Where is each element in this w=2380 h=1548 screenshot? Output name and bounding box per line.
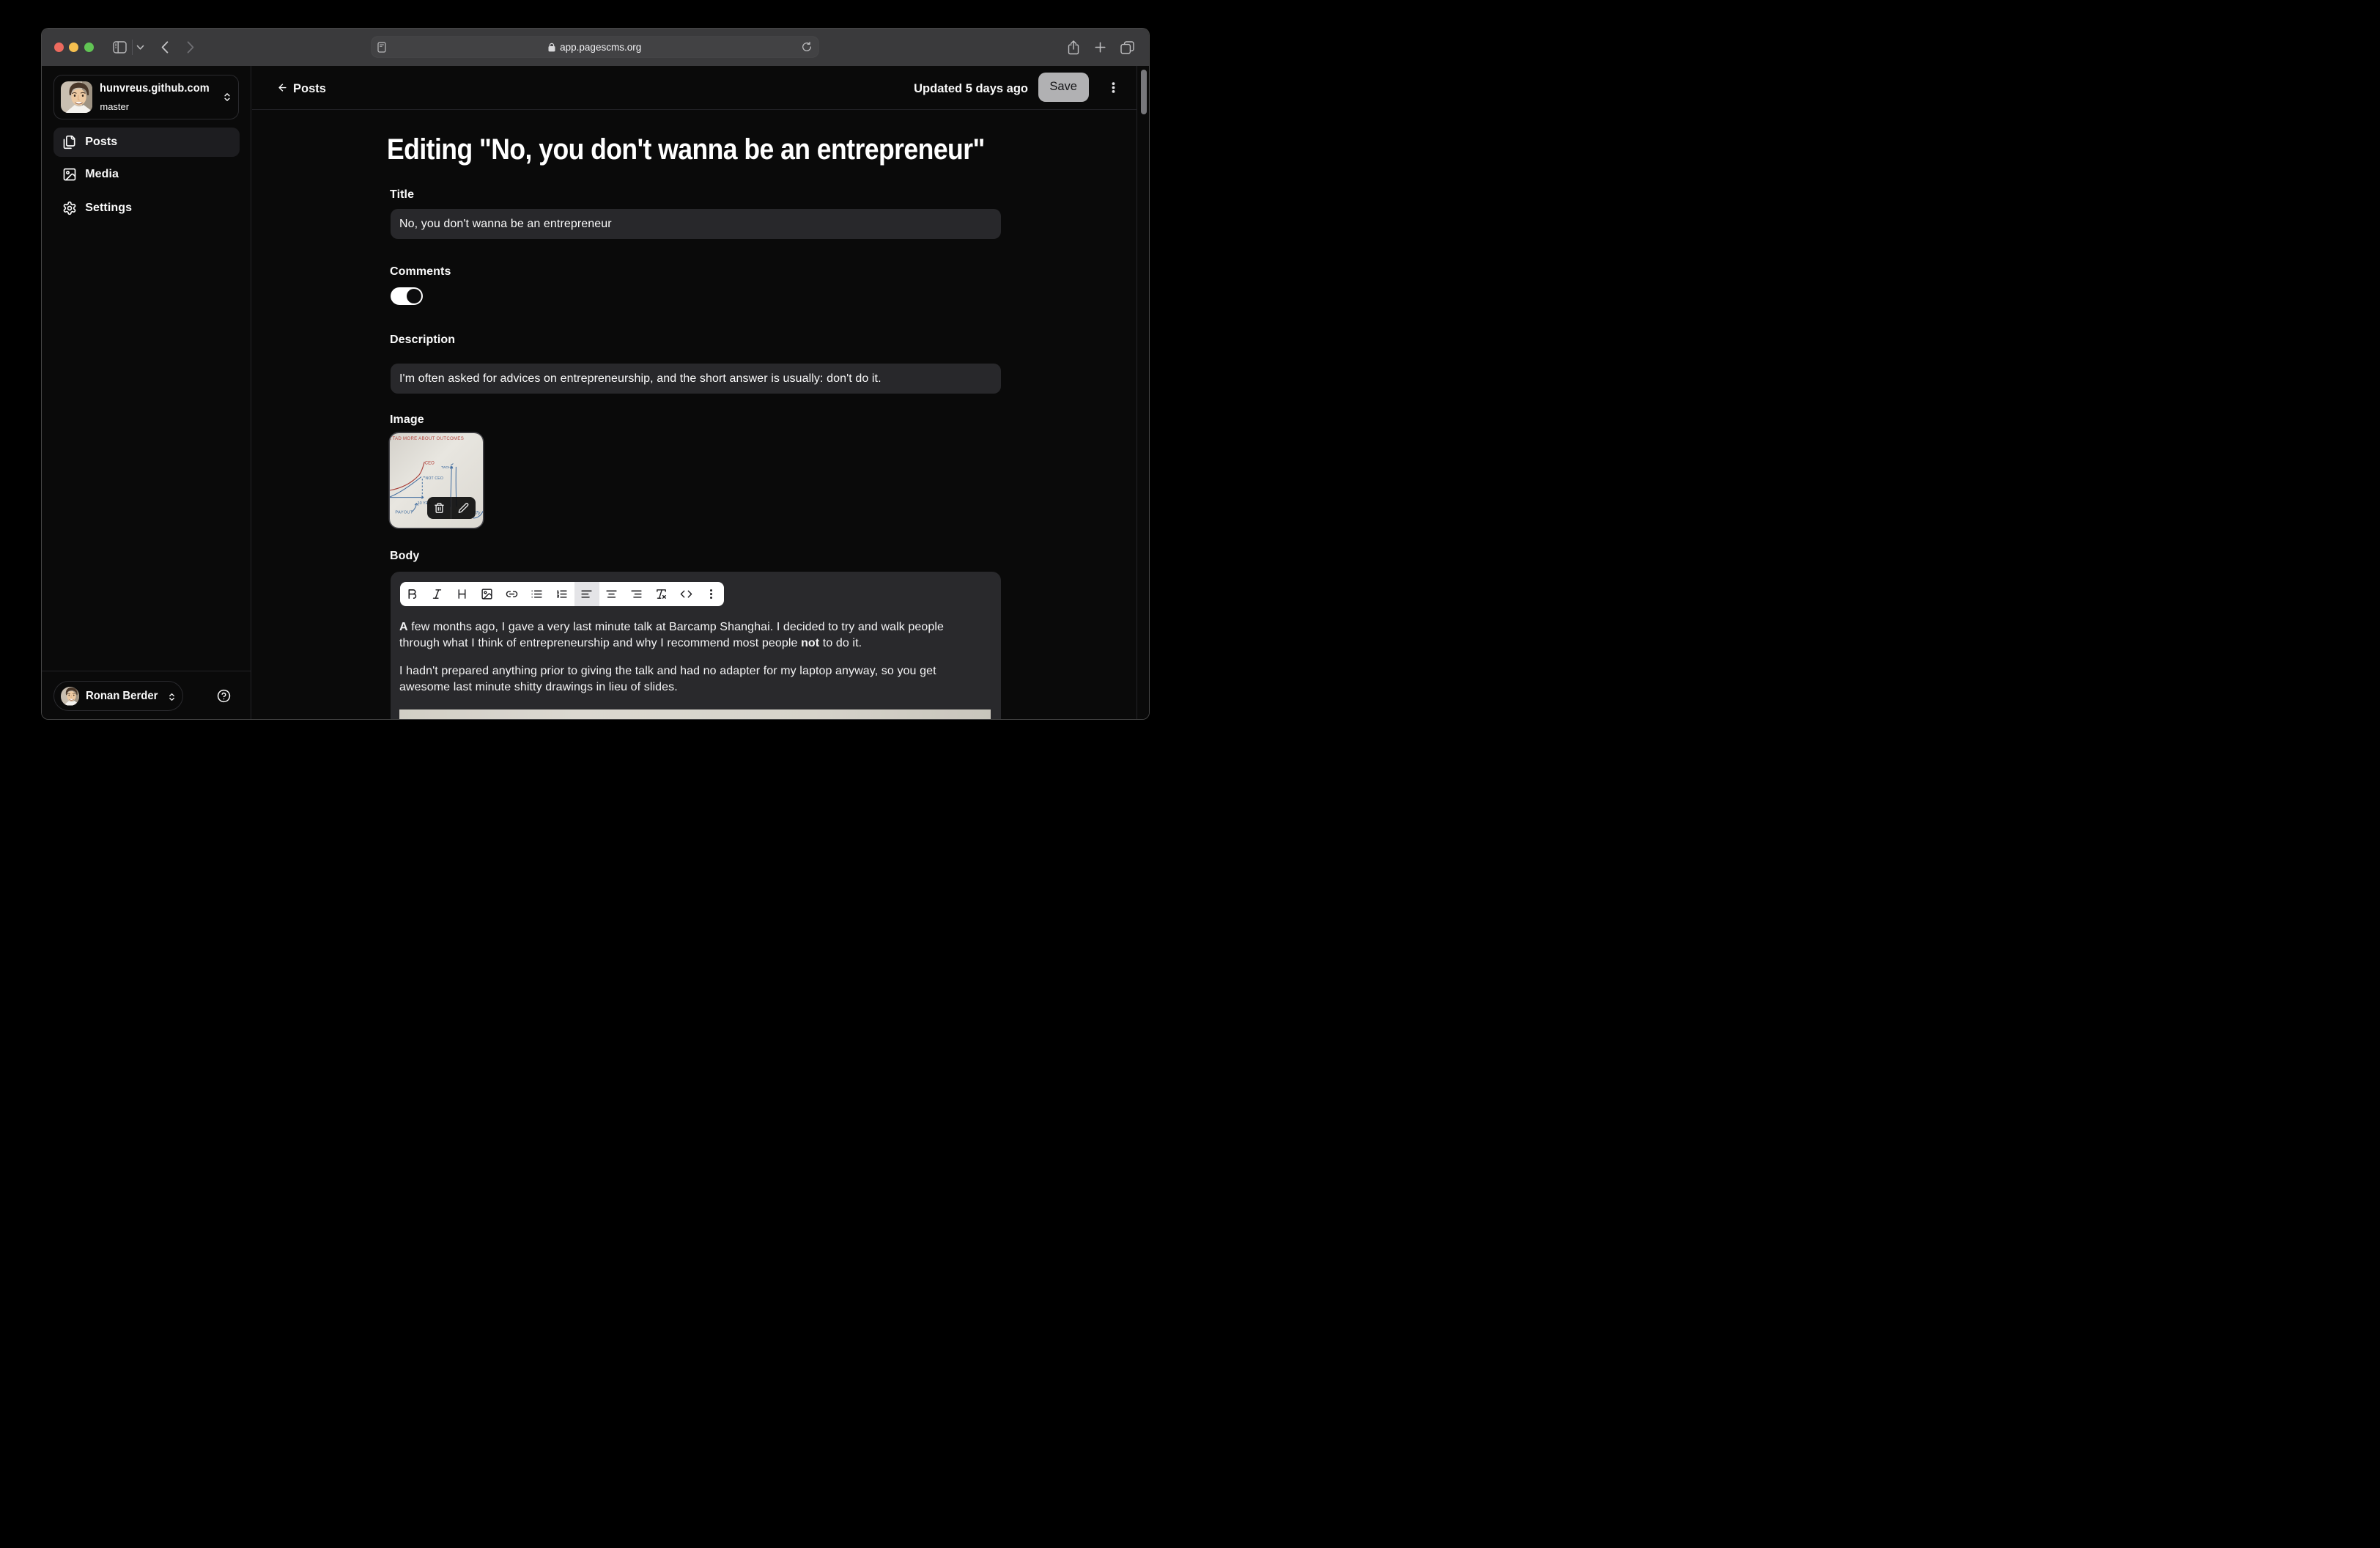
svg-text:NOT CEO: NOT CEO <box>426 476 444 481</box>
svg-text:CEO: CEO <box>425 461 435 465</box>
svg-text:PAYOUT: PAYOUT <box>395 510 413 515</box>
svg-text:A TAD MORE ABOUT OUTCOMES: A TAD MORE ABOUT OUTCOMES <box>390 436 464 441</box>
svg-text:TWOHO: TWOHO <box>441 465 454 469</box>
